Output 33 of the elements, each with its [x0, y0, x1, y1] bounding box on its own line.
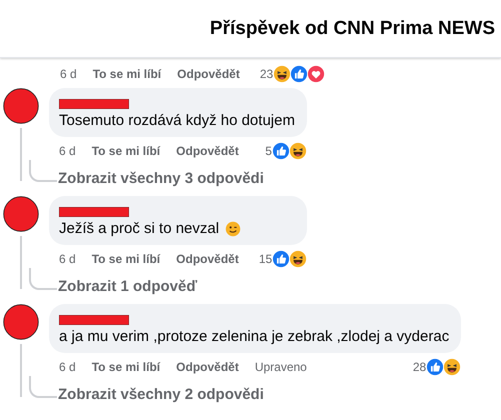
- thread-line: [29, 268, 57, 290]
- like-link[interactable]: To se mi líbí: [92, 144, 160, 158]
- post-title: Příspěvek od CNN Prima NEWS: [210, 18, 495, 40]
- avatar-icon[interactable]: [2, 196, 38, 232]
- comment-time[interactable]: 6 d: [59, 252, 76, 266]
- view-replies-link[interactable]: Zobrazit všechny 3 odpovědi: [58, 170, 264, 187]
- like-link[interactable]: To se mi líbí: [92, 67, 162, 81]
- redaction-bar: [59, 207, 129, 217]
- comment-text: Ježíš a proč si to nevzal: [59, 220, 220, 237]
- edited-label: Upraveno: [254, 360, 307, 374]
- reply-link[interactable]: Odpovědět: [176, 144, 239, 158]
- reply-link[interactable]: Odpovědět: [177, 67, 240, 81]
- reaction-count[interactable]: 15: [258, 252, 272, 266]
- thread-line: [29, 160, 57, 182]
- redaction-bar: [59, 99, 129, 109]
- reply-link[interactable]: Odpovědět: [176, 360, 239, 374]
- comment-text: Tosemuto rozdává když ho dotujem: [59, 112, 295, 129]
- comment-time[interactable]: 6 d: [59, 144, 76, 158]
- comment-text: a ja mu verim ,protoze zelenina je zebrak ,zlodej a vyderac: [59, 328, 450, 345]
- reaction-count[interactable]: 28: [412, 360, 426, 374]
- reaction-count[interactable]: 5: [265, 144, 272, 158]
- comment-time[interactable]: 6 d: [60, 67, 77, 81]
- like-link[interactable]: To se mi líbí: [92, 360, 160, 374]
- avatar-icon[interactable]: [2, 88, 38, 124]
- comment-time[interactable]: 6 d: [59, 360, 76, 374]
- view-replies-link[interactable]: Zobrazit všechny 2 odpovědi: [58, 386, 264, 403]
- reply-link[interactable]: Odpovědět: [176, 252, 239, 266]
- redaction-bar: [59, 315, 129, 325]
- thread-line: [29, 376, 57, 398]
- avatar-icon[interactable]: [2, 304, 38, 340]
- reaction-count[interactable]: 23: [260, 67, 274, 81]
- view-replies-link[interactable]: Zobrazit 1 odpověď: [58, 278, 198, 295]
- like-link[interactable]: To se mi líbí: [92, 252, 160, 266]
